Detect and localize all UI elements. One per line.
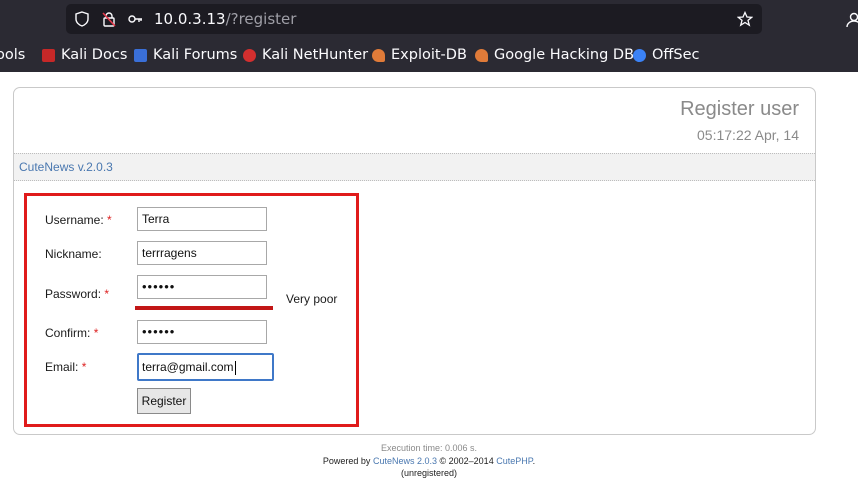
bookmark-label: OffSec	[652, 47, 700, 63]
email-label: Email: *	[45, 360, 86, 374]
google-hacking-db-icon	[475, 48, 488, 62]
shield-icon[interactable]	[74, 11, 90, 27]
password-strength-label: Very poor	[286, 292, 338, 306]
bookmark-tools[interactable]: ools	[0, 44, 25, 66]
period: .	[532, 456, 536, 466]
insecure-lock-icon[interactable]	[101, 11, 117, 27]
bookmark-label: ools	[0, 47, 26, 63]
page-title: Register user	[680, 98, 799, 120]
email-label-text: Email:	[45, 360, 79, 374]
cutenews-version: CuteNews v.2.0.3	[19, 160, 113, 174]
register-button[interactable]: Register	[137, 388, 191, 414]
bookmark-label: Google Hacking DB	[494, 47, 635, 63]
bookmark-google-hacking-db[interactable]: Google Hacking DB	[475, 44, 634, 66]
required-marker: *	[93, 326, 99, 340]
password-label: Password: *	[45, 287, 109, 301]
username-label: Username: *	[45, 213, 112, 227]
bookmark-label: Kali NetHunter	[262, 47, 369, 63]
bookmark-label: Kali Docs	[61, 47, 128, 63]
kali-docs-icon	[42, 48, 55, 62]
username-label-text: Username:	[45, 213, 104, 227]
password-label-text: Password:	[45, 287, 102, 301]
browser-toolbar: 10.0.3.13/?register ools Kali Docs Kali …	[0, 0, 858, 72]
required-marker: *	[81, 360, 87, 374]
powered-prefix: Powered by	[322, 456, 371, 466]
required-marker: *	[107, 213, 112, 227]
url-host: 10.0.3.13	[154, 10, 226, 28]
nickname-label: Nickname:	[45, 247, 102, 261]
bookmark-kali-forums[interactable]: Kali Forums	[134, 44, 237, 66]
text-caret	[234, 360, 236, 375]
email-input[interactable]: terra@gmail.com	[137, 353, 274, 381]
required-marker: *	[104, 287, 110, 301]
bookmark-kali-nethunter[interactable]: Kali NetHunter	[243, 44, 368, 66]
version-bar: CuteNews v.2.0.3	[14, 153, 815, 181]
cutephp-link[interactable]: CutePHP	[496, 456, 532, 466]
bookmarks-bar: ools Kali Docs Kali Forums Kali NetHunte…	[0, 44, 858, 66]
kali-nethunter-icon	[243, 48, 256, 62]
username-input[interactable]: Terra	[137, 207, 267, 231]
bookmark-exploit-db[interactable]: Exploit-DB	[372, 44, 467, 66]
kali-forums-icon	[134, 48, 147, 62]
exploit-db-icon	[372, 48, 385, 62]
email-value: terra@gmail.com	[142, 360, 234, 374]
cutenews-link[interactable]: CuteNews 2.0.3	[373, 456, 437, 466]
bookmark-label: Exploit-DB	[391, 47, 467, 63]
password-strength-bar	[135, 306, 273, 310]
bookmark-star-icon[interactable]	[737, 11, 753, 27]
powered-by: Powered by CuteNews 2.0.3 © 2002–2014 Cu…	[0, 456, 858, 466]
bookmark-label: Kali Forums	[153, 47, 238, 63]
password-input[interactable]: ••••••	[137, 275, 267, 299]
bookmark-kali-docs[interactable]: Kali Docs	[42, 44, 127, 66]
account-icon[interactable]	[842, 10, 858, 28]
bookmark-offsec[interactable]: OffSec	[633, 44, 700, 66]
register-form: Username: * Terra Nickname: terrragens P…	[24, 193, 359, 427]
url-text[interactable]: 10.0.3.13/?register	[154, 10, 296, 28]
confirm-label-text: Confirm:	[45, 326, 91, 340]
copyright-text: © 2002–2014	[439, 456, 494, 466]
unregistered-note: (unregistered)	[400, 468, 458, 478]
confirm-input[interactable]: ••••••	[137, 320, 267, 344]
server-time: 05:17:22 Apr, 14	[697, 127, 799, 143]
url-path: /?register	[225, 10, 297, 28]
key-icon[interactable]	[127, 11, 143, 27]
register-panel: Register user 05:17:22 Apr, 14 CuteNews …	[13, 87, 816, 435]
nickname-input[interactable]: terrragens	[137, 241, 267, 265]
execution-time: Execution time: 0.006 s.	[380, 443, 478, 453]
confirm-label: Confirm: *	[45, 326, 98, 340]
offsec-icon	[633, 48, 646, 62]
url-bar[interactable]: 10.0.3.13/?register	[66, 4, 762, 34]
